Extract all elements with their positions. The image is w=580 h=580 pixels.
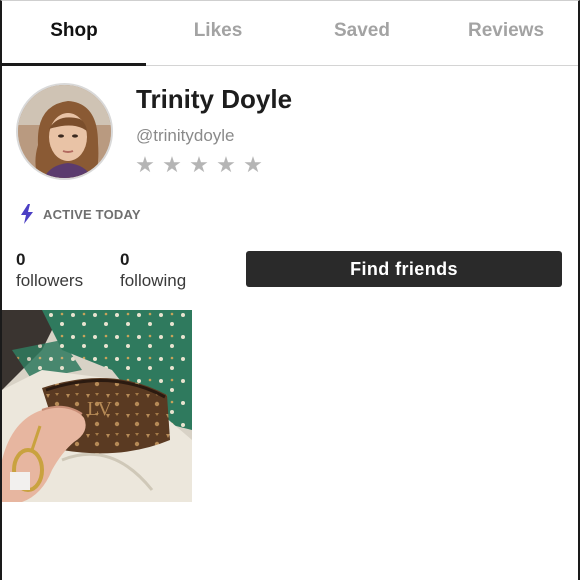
profile-handle: @trinitydoyle: [136, 126, 235, 145]
profile-name: Trinity Doyle: [136, 84, 293, 114]
tab-likes[interactable]: Likes: [146, 0, 290, 65]
star-icon: ★: [189, 152, 209, 177]
tab-reviews[interactable]: Reviews: [434, 0, 578, 65]
find-friends-button[interactable]: Find friends: [246, 251, 562, 287]
rating-stars: ★ ★ ★ ★ ★: [134, 152, 264, 178]
followers-stat[interactable]: 0 followers: [16, 250, 83, 292]
followers-count: 0: [16, 250, 26, 269]
tab-shop[interactable]: Shop: [2, 0, 146, 66]
star-icon: ★: [243, 152, 263, 177]
wallet-logo: LV: [87, 398, 112, 420]
star-icon: ★: [216, 152, 236, 177]
star-icon: ★: [162, 152, 182, 177]
followers-label: followers: [16, 271, 84, 290]
wallet-photo-icon: LV: [2, 310, 192, 502]
avatar[interactable]: [16, 83, 113, 180]
lightning-bolt-icon: [21, 204, 33, 224]
tab-bar: Shop Likes Saved Reviews: [2, 0, 578, 66]
star-icon: ★: [135, 152, 155, 177]
following-stat[interactable]: 0 following: [120, 250, 186, 292]
listing-thumbnail[interactable]: LV: [2, 310, 192, 502]
active-status: ACTIVE TODAY: [20, 204, 141, 224]
tab-saved[interactable]: Saved: [290, 0, 434, 65]
user-photo-icon: [18, 85, 111, 178]
active-status-label: ACTIVE TODAY: [43, 206, 141, 222]
following-label: following: [120, 271, 187, 290]
following-count: 0: [120, 250, 130, 269]
